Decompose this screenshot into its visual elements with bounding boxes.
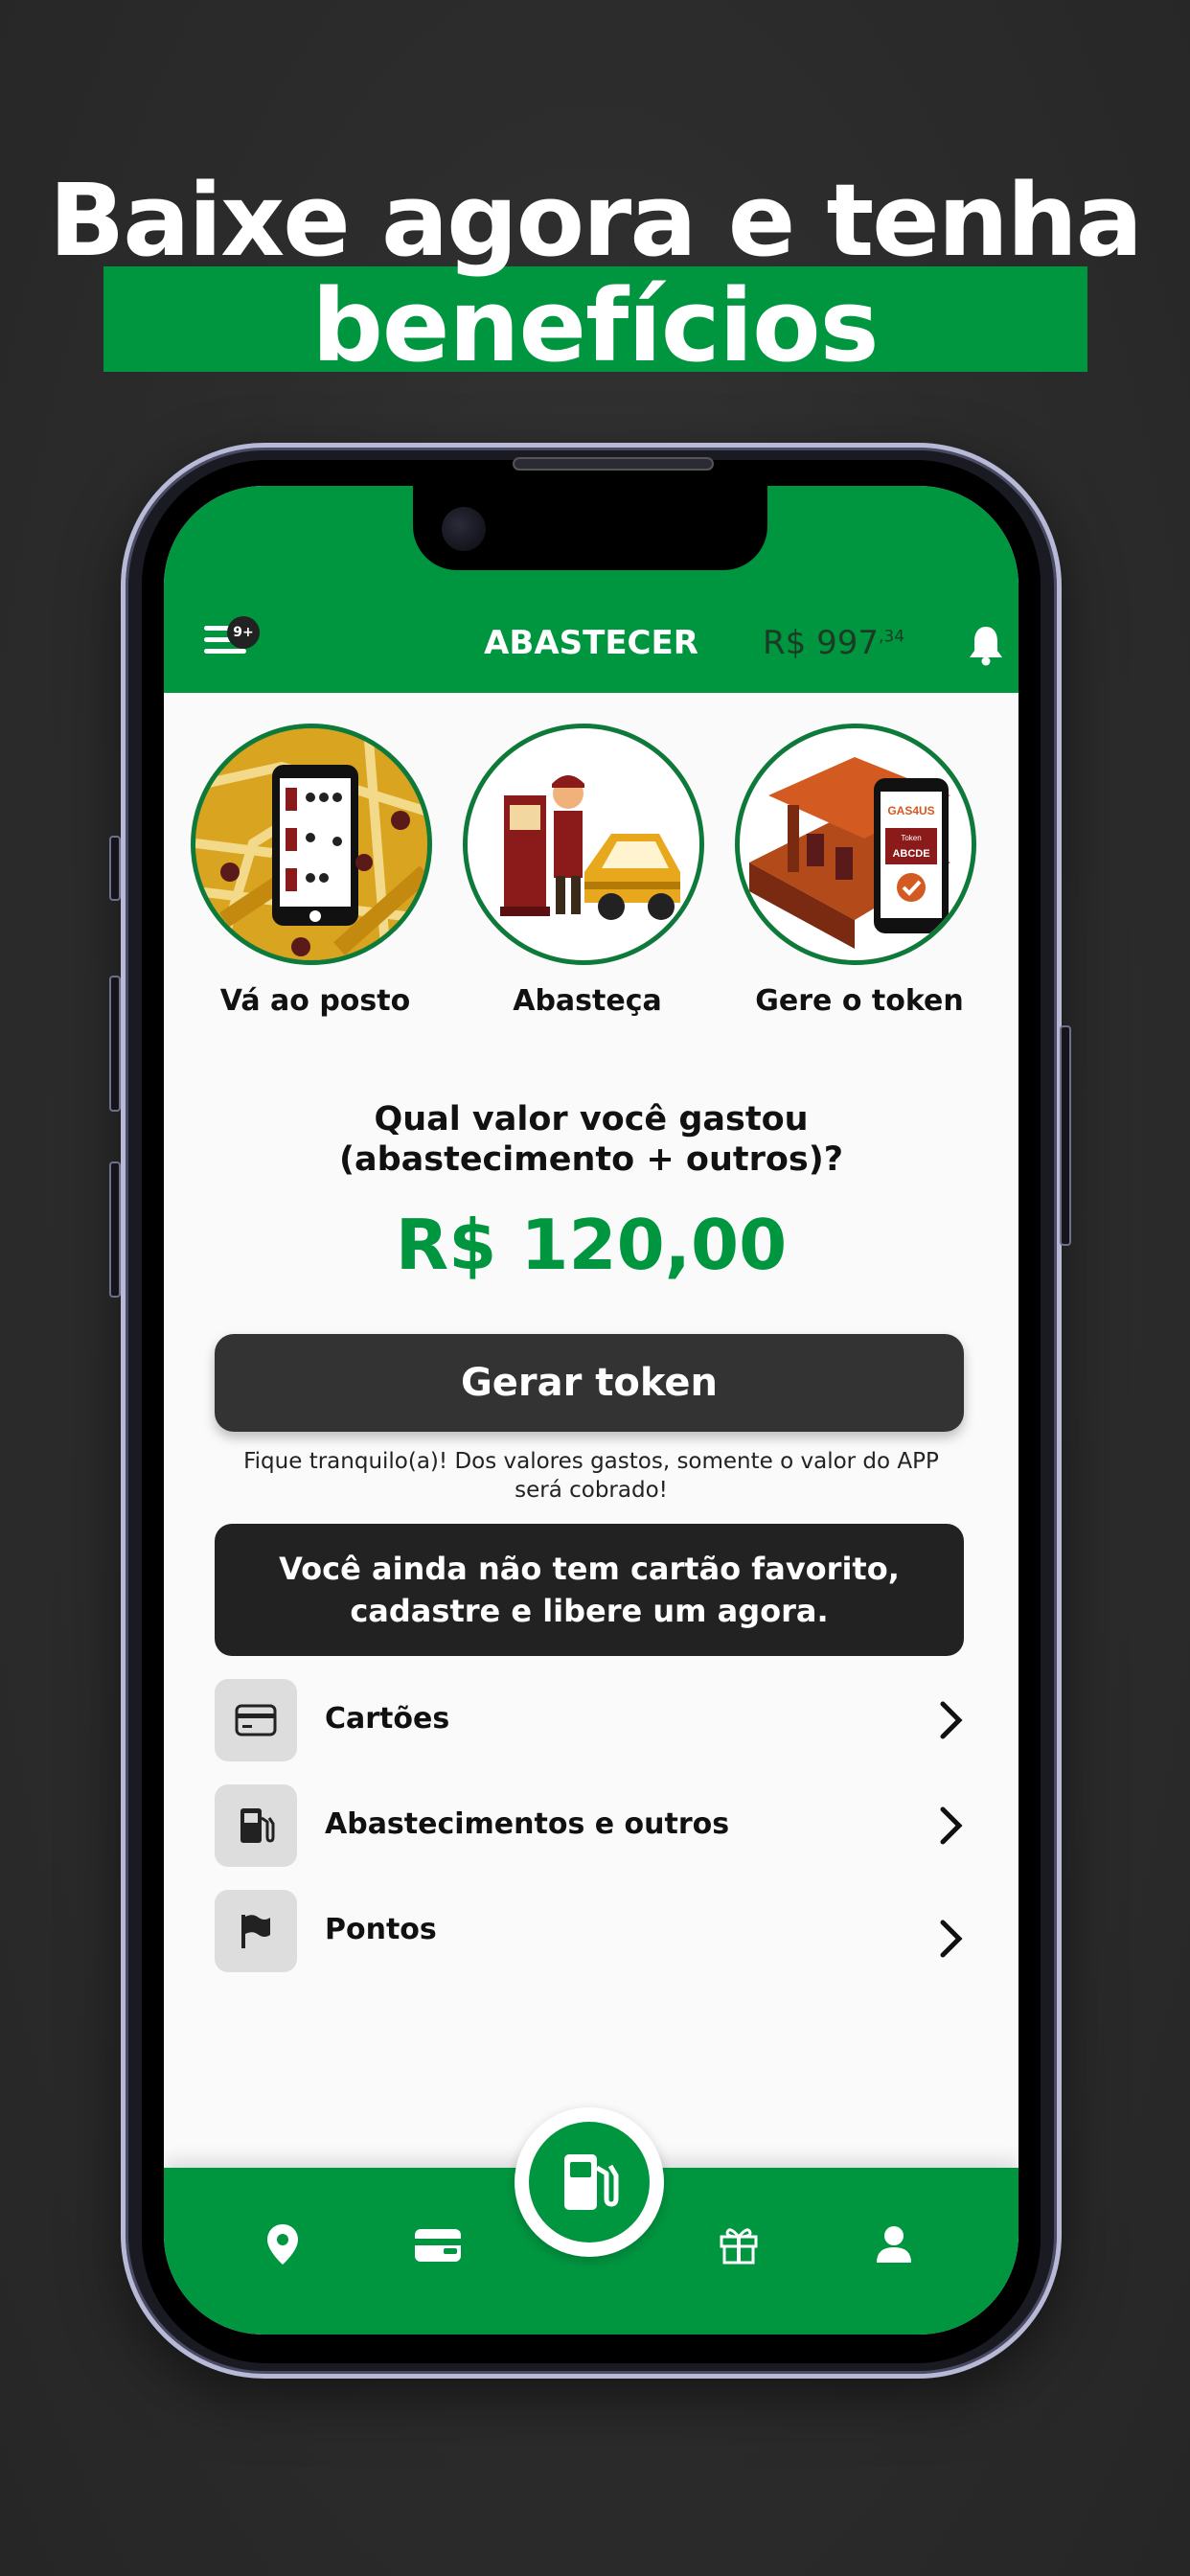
amount-question: Qual valor você gastou (abastecimento + … xyxy=(164,1099,1018,1180)
balance-display[interactable]: R$ 997,34 xyxy=(763,624,904,662)
menu-item-fuelings[interactable]: Abastecimentos e outros xyxy=(215,1784,964,1890)
refuel-fab-button[interactable] xyxy=(515,2107,664,2257)
step-go-to-station: Vá ao posto xyxy=(191,724,440,1018)
gas-station-token-illustration: GAS4US Token ABCDE xyxy=(735,724,976,965)
phone-volume-up xyxy=(109,976,121,1112)
fuel-pump-icon xyxy=(215,1784,297,1867)
flag-icon xyxy=(215,1890,297,1972)
phone-speaker xyxy=(513,457,714,471)
token-title: Token xyxy=(901,834,921,842)
phone-volume-down xyxy=(109,1162,121,1298)
step-refuel: Abasteça xyxy=(463,724,712,1018)
step-generate-token: GAS4US Token ABCDE Gere o token xyxy=(735,724,984,1018)
chevron-right-icon xyxy=(940,1701,963,1739)
promo-headline: Baixe agora e tenha benefícios xyxy=(0,162,1190,384)
chevron-right-icon xyxy=(940,1920,963,1958)
menu-list: Cartões Abastecimentos e outros Pontos xyxy=(215,1679,964,1995)
app-bar: 9+ ABASTECER R$ 997,34 xyxy=(164,591,1018,693)
user-icon[interactable] xyxy=(865,2216,923,2273)
chevron-right-icon xyxy=(940,1806,963,1845)
generate-token-button[interactable]: Gerar token xyxy=(215,1334,964,1432)
headline-line-2: benefícios xyxy=(311,267,879,384)
menu-item-points[interactable]: Pontos xyxy=(215,1890,964,1995)
question-line-2: (abastecimento + outros)? xyxy=(338,1140,844,1179)
gift-icon[interactable] xyxy=(710,2216,767,2273)
location-pin-icon[interactable] xyxy=(254,2216,311,2273)
credit-card-icon xyxy=(215,1679,297,1761)
favorite-card-banner[interactable]: Você ainda não tem cartão favorito, cada… xyxy=(215,1524,964,1656)
app-screen: 9+ ABASTECER R$ 997,34 Vá ao posto Abast… xyxy=(164,486,1018,2334)
balance-cents: ,34 xyxy=(878,627,905,647)
step-label: Abasteça xyxy=(513,984,662,1018)
amount-value[interactable]: R$ 120,00 xyxy=(164,1205,1018,1285)
balance-main: R$ 997 xyxy=(763,624,879,662)
bell-icon[interactable] xyxy=(967,624,1005,666)
question-line-1: Qual valor você gastou xyxy=(374,1100,809,1138)
map-phone-illustration xyxy=(191,724,432,965)
fuel-pump-icon xyxy=(529,2122,650,2242)
favorite-card-line-2: cadastre e libere um agora. xyxy=(350,1593,829,1629)
step-label: Gere o token xyxy=(755,984,964,1018)
token-code: ABCDE xyxy=(892,848,929,860)
headline-line-1: Baixe agora e tenha xyxy=(49,162,1143,279)
gas-attendant-car-illustration xyxy=(463,724,704,965)
charge-note: Fique tranquilo(a)! Dos valores gastos, … xyxy=(243,1449,939,1503)
wallet-icon[interactable] xyxy=(409,2216,467,2273)
menu-item-cards[interactable]: Cartões xyxy=(215,1679,964,1784)
brand-text: GAS4US xyxy=(887,804,934,817)
step-label: Vá ao posto xyxy=(219,984,411,1018)
favorite-card-line-1: Você ainda não tem cartão favorito, xyxy=(279,1551,900,1587)
menu-item-label: Pontos xyxy=(325,1913,437,1946)
menu-item-label: Abastecimentos e outros xyxy=(325,1807,730,1841)
menu-item-label: Cartões xyxy=(325,1702,450,1736)
steps-row: Vá ao posto Abasteça GAS4US Token ABCDE … xyxy=(191,724,992,1040)
phone-silent-switch xyxy=(109,836,121,901)
phone-power-button xyxy=(1060,1025,1071,1246)
front-camera xyxy=(442,507,486,551)
